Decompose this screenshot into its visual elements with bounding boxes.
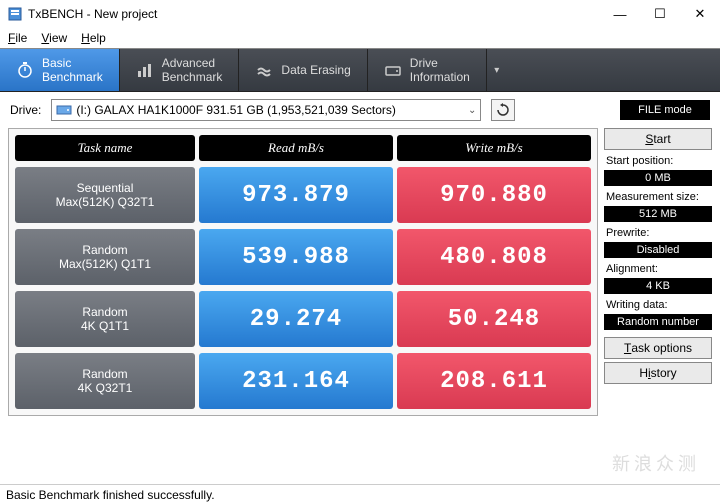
write-value: 970.880 (397, 167, 591, 223)
start-position-label: Start position: (604, 155, 712, 167)
close-button[interactable]: ✕ (680, 0, 720, 28)
tab-overflow-icon[interactable]: ▾ (487, 49, 507, 91)
start-button[interactable]: Start (604, 128, 712, 150)
file-mode-button[interactable]: FILE mode (620, 100, 710, 120)
result-row: SequentialMax(512K) Q32T1 973.879 970.88… (15, 167, 591, 223)
tab-data-erasing[interactable]: Data Erasing (239, 49, 367, 91)
refresh-button[interactable] (491, 99, 515, 121)
read-value: 231.164 (199, 353, 393, 409)
menu-file[interactable]: File (8, 31, 27, 45)
task-options-button[interactable]: Task options (604, 337, 712, 359)
tab-advanced-benchmark[interactable]: AdvancedBenchmark (120, 49, 240, 91)
read-value: 539.988 (199, 229, 393, 285)
measurement-size-value[interactable]: 512 MB (604, 206, 712, 222)
tab-basic-benchmark[interactable]: BasicBenchmark (0, 49, 120, 91)
results-panel: Task name Read mB/s Write mB/s Sequentia… (8, 128, 598, 416)
menu-view[interactable]: View (41, 31, 67, 45)
status-text: Basic Benchmark finished successfully. (6, 488, 215, 502)
drive-select[interactable]: (I:) GALAX HA1K1000F 931.51 GB (1,953,52… (51, 99, 481, 121)
write-value: 208.611 (397, 353, 591, 409)
read-value: 973.879 (199, 167, 393, 223)
alignment-value[interactable]: 4 KB (604, 278, 712, 294)
tab-label: BasicBenchmark (42, 56, 103, 84)
title-bar: TxBENCH - New project — ☐ ✕ (0, 0, 720, 28)
result-row: Random4K Q32T1 231.164 208.611 (15, 353, 591, 409)
bar-chart-icon (136, 61, 154, 79)
header-read: Read mB/s (199, 135, 393, 161)
history-button[interactable]: History (604, 362, 712, 384)
header-write: Write mB/s (397, 135, 591, 161)
tab-label: AdvancedBenchmark (162, 56, 223, 84)
main-area: Task name Read mB/s Write mB/s Sequentia… (0, 128, 720, 416)
watermark: 新浪众测 (612, 450, 700, 476)
writing-data-value[interactable]: Random number (604, 314, 712, 330)
menu-bar: File View Help (0, 28, 720, 48)
results-header: Task name Read mB/s Write mB/s (15, 135, 591, 161)
write-value: 480.808 (397, 229, 591, 285)
status-bar: Basic Benchmark finished successfully. (0, 484, 720, 504)
alignment-label: Alignment: (604, 263, 712, 275)
tab-drive-information[interactable]: DriveInformation (368, 49, 487, 91)
tab-bar: BasicBenchmark AdvancedBenchmark Data Er… (0, 48, 720, 92)
drive-toolbar: Drive: (I:) GALAX HA1K1000F 931.51 GB (1… (0, 92, 720, 128)
measurement-size-label: Measurement size: (604, 191, 712, 203)
stopwatch-icon (16, 61, 34, 79)
tab-label: DriveInformation (410, 56, 470, 84)
write-value: 50.248 (397, 291, 591, 347)
drive-label: Drive: (10, 103, 41, 117)
menu-help[interactable]: Help (81, 31, 106, 45)
start-position-value[interactable]: 0 MB (604, 170, 712, 186)
tab-label: Data Erasing (281, 63, 350, 77)
prewrite-label: Prewrite: (604, 227, 712, 239)
task-name: Random4K Q32T1 (15, 353, 195, 409)
header-task: Task name (15, 135, 195, 161)
result-row: RandomMax(512K) Q1T1 539.988 480.808 (15, 229, 591, 285)
erase-icon (255, 61, 273, 79)
read-value: 29.274 (199, 291, 393, 347)
drive-selected-text: (I:) GALAX HA1K1000F 931.51 GB (1,953,52… (76, 103, 396, 117)
task-name: RandomMax(512K) Q1T1 (15, 229, 195, 285)
hdd-icon (56, 103, 72, 117)
minimize-button[interactable]: — (600, 0, 640, 28)
app-icon (8, 7, 22, 21)
task-name: SequentialMax(512K) Q32T1 (15, 167, 195, 223)
maximize-button[interactable]: ☐ (640, 0, 680, 28)
result-row: Random4K Q1T1 29.274 50.248 (15, 291, 591, 347)
writing-data-label: Writing data: (604, 299, 712, 311)
window-controls: — ☐ ✕ (600, 0, 720, 28)
chevron-down-icon: ⌄ (468, 105, 476, 116)
refresh-icon (496, 103, 510, 117)
drive-info-icon (384, 61, 402, 79)
window-title: TxBENCH - New project (28, 7, 157, 21)
task-name: Random4K Q1T1 (15, 291, 195, 347)
prewrite-value[interactable]: Disabled (604, 242, 712, 258)
side-panel: Start Start position: 0 MB Measurement s… (604, 128, 712, 416)
